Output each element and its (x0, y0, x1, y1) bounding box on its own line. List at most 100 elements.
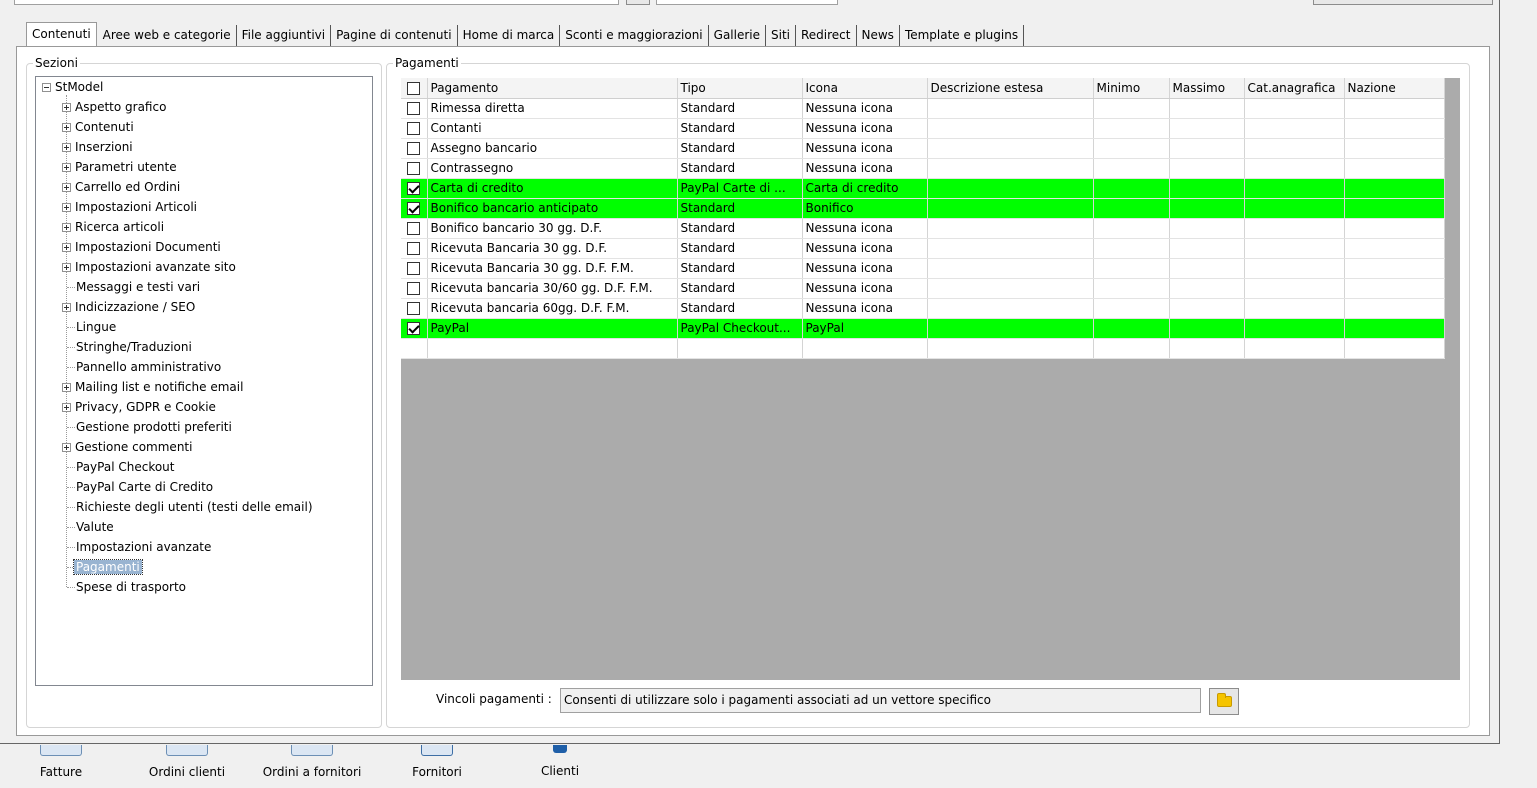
table-cell[interactable] (1093, 178, 1170, 199)
tab-news[interactable]: News (857, 25, 900, 46)
table-cell[interactable] (927, 278, 1094, 299)
table-cell[interactable] (927, 158, 1094, 179)
column-header-pagamento[interactable]: Pagamento (427, 78, 678, 99)
sidebar-item-stringhe-traduzioni[interactable]: Stringhe/Traduzioni (74, 337, 194, 357)
select-all-checkbox[interactable] (407, 81, 421, 95)
table-cell[interactable] (1344, 298, 1445, 319)
table-cell[interactable]: Ricevuta bancaria 60gg. D.F. F.M. (427, 298, 678, 319)
tab-gallerie[interactable]: Gallerie (709, 25, 766, 46)
table-cell[interactable] (1093, 298, 1170, 319)
empty-cell[interactable] (1244, 338, 1345, 359)
column-header-descrizione-estesa[interactable]: Descrizione estesa (927, 78, 1094, 99)
sidebar-item-impostazioni-documenti[interactable]: Impostazioni Documenti (62, 237, 223, 257)
sidebar-item-inserzioni[interactable]: Inserzioni (62, 137, 135, 157)
table-cell[interactable]: Carta di credito (802, 178, 928, 199)
table-cell[interactable]: Standard (677, 238, 803, 259)
table-cell[interactable]: Standard (677, 218, 803, 239)
sidebar-item-indicizzazione-seo[interactable]: Indicizzazione / SEO (62, 297, 197, 317)
shortcut-ordini-fornitori[interactable]: Ordini a fornitori (258, 745, 366, 779)
table-cell[interactable]: Standard (677, 198, 803, 219)
empty-cell[interactable] (1093, 338, 1170, 359)
constraints-field[interactable]: Consenti di utilizzare solo i pagamenti … (560, 688, 1201, 713)
table-cell[interactable] (1344, 118, 1445, 139)
table-row[interactable]: Carta di credito PayPal Carte di ... Carta… (401, 178, 1445, 199)
table-cell[interactable]: Standard (677, 138, 803, 159)
expand-icon[interactable] (62, 303, 71, 312)
table-cell[interactable] (1244, 138, 1345, 159)
tab-template-e-plugins[interactable]: Template e plugins (900, 25, 1025, 46)
table-cell[interactable] (1244, 238, 1345, 259)
table-cell[interactable] (1244, 298, 1345, 319)
tab-file-aggiuntivi[interactable]: File aggiuntivi (237, 25, 332, 46)
column-header-minimo[interactable]: Minimo (1093, 78, 1170, 99)
table-cell[interactable] (1344, 138, 1445, 159)
sidebar-item-impostazioni-avanzate[interactable]: Impostazioni avanzate (74, 537, 213, 557)
table-cell[interactable] (1244, 178, 1345, 199)
shortcut-fornitori[interactable]: Fornitori (406, 745, 468, 779)
table-row[interactable]: Ricevuta bancaria 30/60 gg. D.F. F.M. Sta… (401, 278, 1445, 299)
sidebar-item-aspetto-grafico[interactable]: Aspetto grafico (62, 97, 168, 117)
sidebar-item-pagamenti[interactable]: Pagamenti (73, 557, 143, 577)
sidebar-item-gestione-prodotti-preferiti[interactable]: Gestione prodotti preferiti (74, 417, 234, 437)
collapse-icon[interactable] (42, 83, 51, 92)
table-row[interactable]: Ricevuta Bancaria 30 gg. D.F. F.M. Standa… (401, 258, 1445, 279)
table-row[interactable]: Bonifico bancario 30 gg. D.F. Standard Nes… (401, 218, 1445, 239)
sidebar-item-mailing-list-e-notifiche-email[interactable]: Mailing list e notifiche email (62, 377, 245, 397)
table-cell[interactable] (927, 178, 1094, 199)
row-checkbox[interactable] (407, 202, 421, 215)
expand-icon[interactable] (62, 123, 71, 132)
expand-icon[interactable] (62, 223, 71, 232)
table-cell[interactable]: Assegno bancario (427, 138, 678, 159)
table-cell[interactable] (1344, 98, 1445, 119)
new-row[interactable] (401, 338, 1445, 359)
row-checkbox[interactable] (407, 102, 421, 115)
expand-icon[interactable] (62, 243, 71, 252)
table-cell[interactable]: Contrassegno (427, 158, 678, 179)
table-cell[interactable]: Ricevuta Bancaria 30 gg. D.F. F.M. (427, 258, 678, 279)
expand-icon[interactable] (62, 443, 71, 452)
sidebar-item-paypal-carte-di-credito[interactable]: PayPal Carte di Credito (74, 477, 215, 497)
table-cell[interactable] (927, 138, 1094, 159)
table-cell[interactable] (1169, 178, 1245, 199)
tab-redirect[interactable]: Redirect (796, 25, 857, 46)
column-header-cat-anagrafica[interactable]: Cat.anagrafica (1244, 78, 1345, 99)
table-cell[interactable] (1244, 198, 1345, 219)
sidebar-item-carrello-ed-ordini[interactable]: Carrello ed Ordini (62, 177, 182, 197)
table-cell[interactable] (1244, 98, 1345, 119)
sidebar-item-messaggi-e-testi-vari[interactable]: Messaggi e testi vari (74, 277, 202, 297)
table-cell[interactable] (1093, 158, 1170, 179)
table-cell[interactable]: PayPal (427, 318, 678, 339)
table-cell[interactable]: Nessuna icona (802, 278, 928, 299)
sidebar-item-parametri-utente[interactable]: Parametri utente (62, 157, 179, 177)
table-cell[interactable] (1244, 218, 1345, 239)
constraints-browse-button[interactable] (1209, 688, 1239, 715)
table-cell[interactable] (1344, 318, 1445, 339)
table-row[interactable]: Assegno bancario Standard Nessuna icona (401, 138, 1445, 159)
table-cell[interactable] (927, 238, 1094, 259)
table-row[interactable]: Contrassegno Standard Nessuna icona (401, 158, 1445, 179)
table-cell[interactable] (1169, 318, 1245, 339)
table-cell[interactable] (1169, 238, 1245, 259)
table-cell[interactable] (1344, 158, 1445, 179)
table-cell[interactable]: Standard (677, 118, 803, 139)
row-checkbox[interactable] (407, 182, 421, 195)
payments-grid[interactable]: Pagamento Tipo Icona Descrizione estesa Mini… (401, 78, 1460, 680)
table-cell[interactable] (1244, 258, 1345, 279)
table-cell[interactable]: Ricevuta bancaria 30/60 gg. D.F. F.M. (427, 278, 678, 299)
column-header-icona[interactable]: Icona (802, 78, 928, 99)
tab-pagine-di-contenuti[interactable]: Pagine di contenuti (331, 25, 458, 46)
expand-icon[interactable] (62, 143, 71, 152)
empty-cell[interactable] (677, 338, 803, 359)
expand-icon[interactable] (62, 103, 71, 112)
expand-icon[interactable] (62, 403, 71, 412)
table-row[interactable]: Ricevuta bancaria 60gg. D.F. F.M. Standar… (401, 298, 1445, 319)
table-cell[interactable] (1093, 98, 1170, 119)
table-cell[interactable] (927, 98, 1094, 119)
expand-icon[interactable] (62, 203, 71, 212)
row-checkbox[interactable] (407, 142, 421, 155)
sidebar-item-contenuti[interactable]: Contenuti (62, 117, 136, 137)
sidebar-item-gestione-commenti[interactable]: Gestione commenti (62, 437, 194, 457)
expand-icon[interactable] (62, 183, 71, 192)
table-cell[interactable] (1244, 118, 1345, 139)
table-cell[interactable]: Ricevuta Bancaria 30 gg. D.F. (427, 238, 678, 259)
